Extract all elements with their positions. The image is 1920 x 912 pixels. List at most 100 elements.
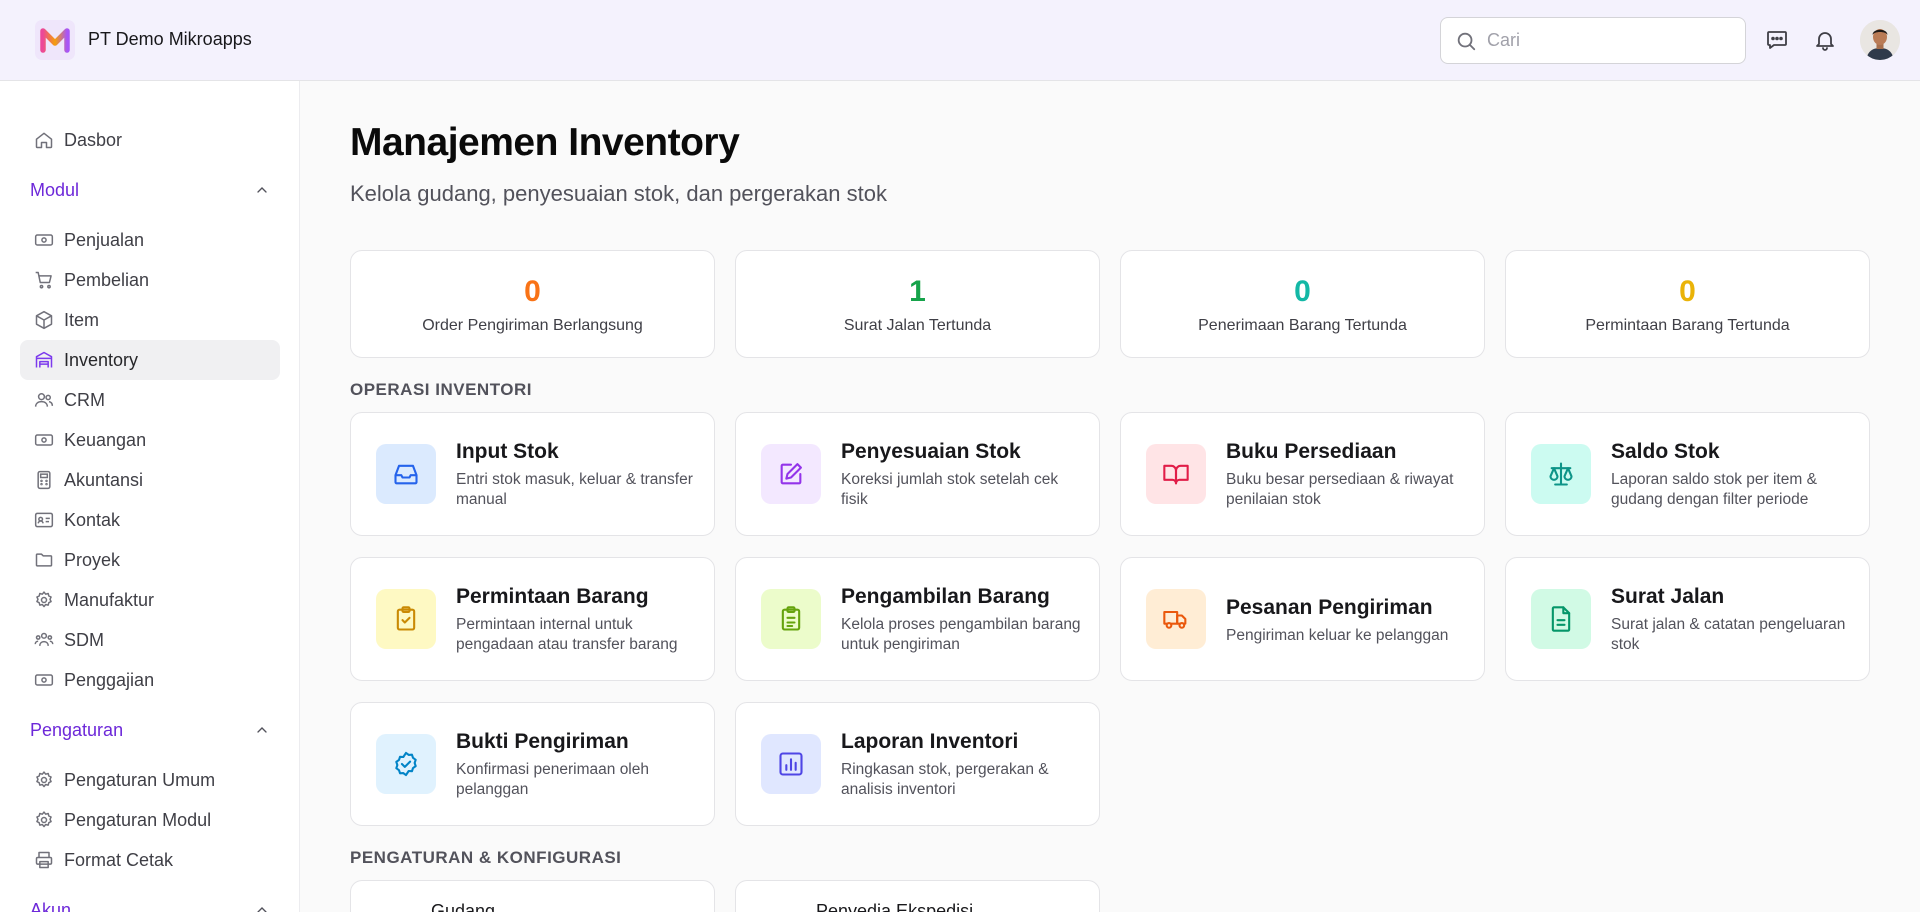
warehouse-icon (34, 350, 54, 370)
notifications-button[interactable] (1812, 27, 1838, 53)
file-text-icon (1531, 589, 1591, 649)
cart-icon (34, 270, 54, 290)
page-subtitle: Kelola gudang, penyesuaian stok, dan per… (350, 181, 887, 206)
company-logo[interactable] (35, 20, 75, 60)
card-pengambilan-barang[interactable]: Pengambilan Barang Kelola proses pengamb… (735, 557, 1100, 681)
card-description: Ringkasan stok, pergerakan & analisis in… (841, 761, 1049, 798)
chevron-up-icon (257, 187, 267, 193)
card-saldo-stok[interactable]: Saldo Stok Laporan saldo stok per item &… (1505, 412, 1870, 536)
sidebar-item-label: CRM (64, 389, 105, 410)
sidebar-item-proyek[interactable]: Proyek (20, 540, 280, 580)
main-content: Manajemen Inventory Kelola gudang, penye… (300, 81, 1920, 912)
section-heading: OPERASI INVENTORI (350, 380, 532, 399)
sidebar-item-label: Pengaturan Umum (64, 769, 216, 790)
sidebar-section-account[interactable]: Akun (30, 898, 270, 912)
company-name: PT Demo Mikroapps (88, 29, 252, 49)
card-bukti-pengiriman[interactable]: Bukti Pengiriman Konfirmasi penerimaan o… (350, 702, 715, 826)
sidebar-item-penggajian[interactable]: Penggajian (20, 660, 280, 700)
top-header: PT Demo Mikroapps (0, 0, 1920, 81)
card-permintaan-barang[interactable]: Permintaan Barang Permintaan internal un… (350, 557, 715, 681)
stat-label: Penerimaan Barang Tertunda (1198, 317, 1407, 334)
gear-icon (34, 810, 54, 830)
banknote-icon (34, 670, 54, 690)
messages-button[interactable] (1764, 27, 1790, 53)
sidebar-item-keuangan[interactable]: Keuangan (20, 420, 280, 460)
sidebar-item-label: Item (64, 309, 100, 330)
sidebar-item-penjualan[interactable]: Penjualan (20, 220, 280, 260)
search-icon (1457, 32, 1476, 50)
card-laporan-inventori[interactable]: Laporan Inventori Ringkasan stok, perger… (735, 702, 1100, 826)
card-title: Penyesuaian Stok (841, 440, 1021, 463)
sidebar-item-label: Inventory (64, 349, 139, 370)
stat-value: 1 (909, 275, 926, 308)
card-gudang[interactable]: Gudang (350, 880, 715, 912)
card-surat-jalan[interactable]: Surat Jalan Surat jalan & catatan pengel… (1505, 557, 1870, 681)
card-input-stok[interactable]: Input Stok Entri stok masuk, keluar & tr… (350, 412, 715, 536)
sidebar-item-print-format[interactable]: Format Cetak (20, 840, 280, 880)
sidebar-item-dashboard[interactable]: Dasbor (20, 120, 280, 160)
search-input[interactable] (1487, 30, 1727, 51)
sidebar-item-pembelian[interactable]: Pembelian (20, 260, 280, 300)
card-pesanan-pengiriman[interactable]: Pesanan Pengiriman Pengiriman keluar ke … (1120, 557, 1485, 681)
sidebar-item-general-settings[interactable]: Pengaturan Umum (20, 760, 280, 800)
sidebar-item-label: Format Cetak (64, 849, 174, 870)
sidebar-item-label: Dasbor (64, 129, 123, 150)
sidebar-item-item[interactable]: Item (20, 300, 280, 340)
card-penyedia-ekspedisi[interactable]: Penyedia Ekspedisi (735, 880, 1100, 912)
sidebar-section-settings[interactable]: Pengaturan (30, 718, 270, 742)
sidebar-item-kontak[interactable]: Kontak (20, 500, 280, 540)
search-box[interactable] (1440, 17, 1746, 64)
stat-value: 0 (1294, 275, 1311, 308)
sidebar-item-sdm[interactable]: SDM (20, 620, 280, 660)
section-title: Modul (30, 179, 80, 200)
banknote-icon (34, 430, 54, 450)
message-icon (1767, 31, 1787, 49)
stat-card[interactable]: 0 Permintaan Barang Tertunda (1505, 250, 1870, 358)
box-icon (34, 310, 54, 330)
stat-label: Surat Jalan Tertunda (843, 317, 992, 334)
sidebar-item-label: Pengaturan Modul (64, 809, 212, 830)
sidebar-item-label: Kontak (64, 509, 121, 530)
sidebar-item-akuntansi[interactable]: Akuntansi (20, 460, 280, 500)
card-title: Pesanan Pengiriman (1226, 596, 1433, 619)
printer-icon (34, 850, 54, 870)
sidebar-item-label: Akuntansi (64, 469, 144, 490)
page-title: Manajemen Inventory (350, 121, 740, 164)
clipboard-check-icon (376, 589, 436, 649)
card-description: Konfirmasi penerimaan oleh pelanggan (456, 761, 649, 798)
sidebar-item-inventory[interactable]: Inventory (20, 340, 280, 380)
section-title: Akun (30, 899, 72, 912)
calculator-icon (34, 470, 54, 490)
user-avatar[interactable] (1860, 20, 1900, 60)
users-icon (34, 390, 54, 410)
contact-card-icon (34, 510, 54, 530)
sidebar-item-module-settings[interactable]: Pengaturan Modul (20, 800, 280, 840)
sidebar-section-modules[interactable]: Modul (30, 178, 270, 202)
card-penyesuaian-stok[interactable]: Penyesuaian Stok Koreksi jumlah stok set… (735, 412, 1100, 536)
sidebar-item-manufaktur[interactable]: Manufaktur (20, 580, 280, 620)
sidebar-item-label: Pembelian (64, 269, 150, 290)
card-title: Buku Persediaan (1226, 440, 1397, 463)
stat-card[interactable]: 0 Penerimaan Barang Tertunda (1120, 250, 1485, 358)
stat-card[interactable]: 1 Surat Jalan Tertunda (735, 250, 1100, 358)
card-buku-persediaan[interactable]: Buku Persediaan Buku besar persediaan & … (1120, 412, 1485, 536)
sidebar-item-label: Proyek (64, 549, 121, 570)
stat-value: 0 (524, 275, 541, 308)
sidebar-item-crm[interactable]: CRM (20, 380, 280, 420)
card-title: Input Stok (456, 440, 559, 463)
badge-check-icon (376, 734, 436, 794)
card-description: Buku besar persediaan & riwayat penilaia… (1226, 471, 1454, 508)
logo-m-icon (40, 28, 70, 53)
clipboard-list-icon (761, 589, 821, 649)
edit-icon (761, 444, 821, 504)
sidebar-item-label: SDM (64, 629, 104, 650)
bar-chart-icon (761, 734, 821, 794)
card-title: Saldo Stok (1611, 440, 1720, 463)
team-icon (34, 630, 54, 650)
gear-icon (34, 770, 54, 790)
book-icon (1146, 444, 1206, 504)
card-title: Pengambilan Barang (841, 585, 1050, 608)
stat-card[interactable]: 0 Order Pengiriman Berlangsung (350, 250, 715, 358)
home-icon (34, 130, 54, 150)
stat-label: Permintaan Barang Tertunda (1585, 317, 1790, 334)
